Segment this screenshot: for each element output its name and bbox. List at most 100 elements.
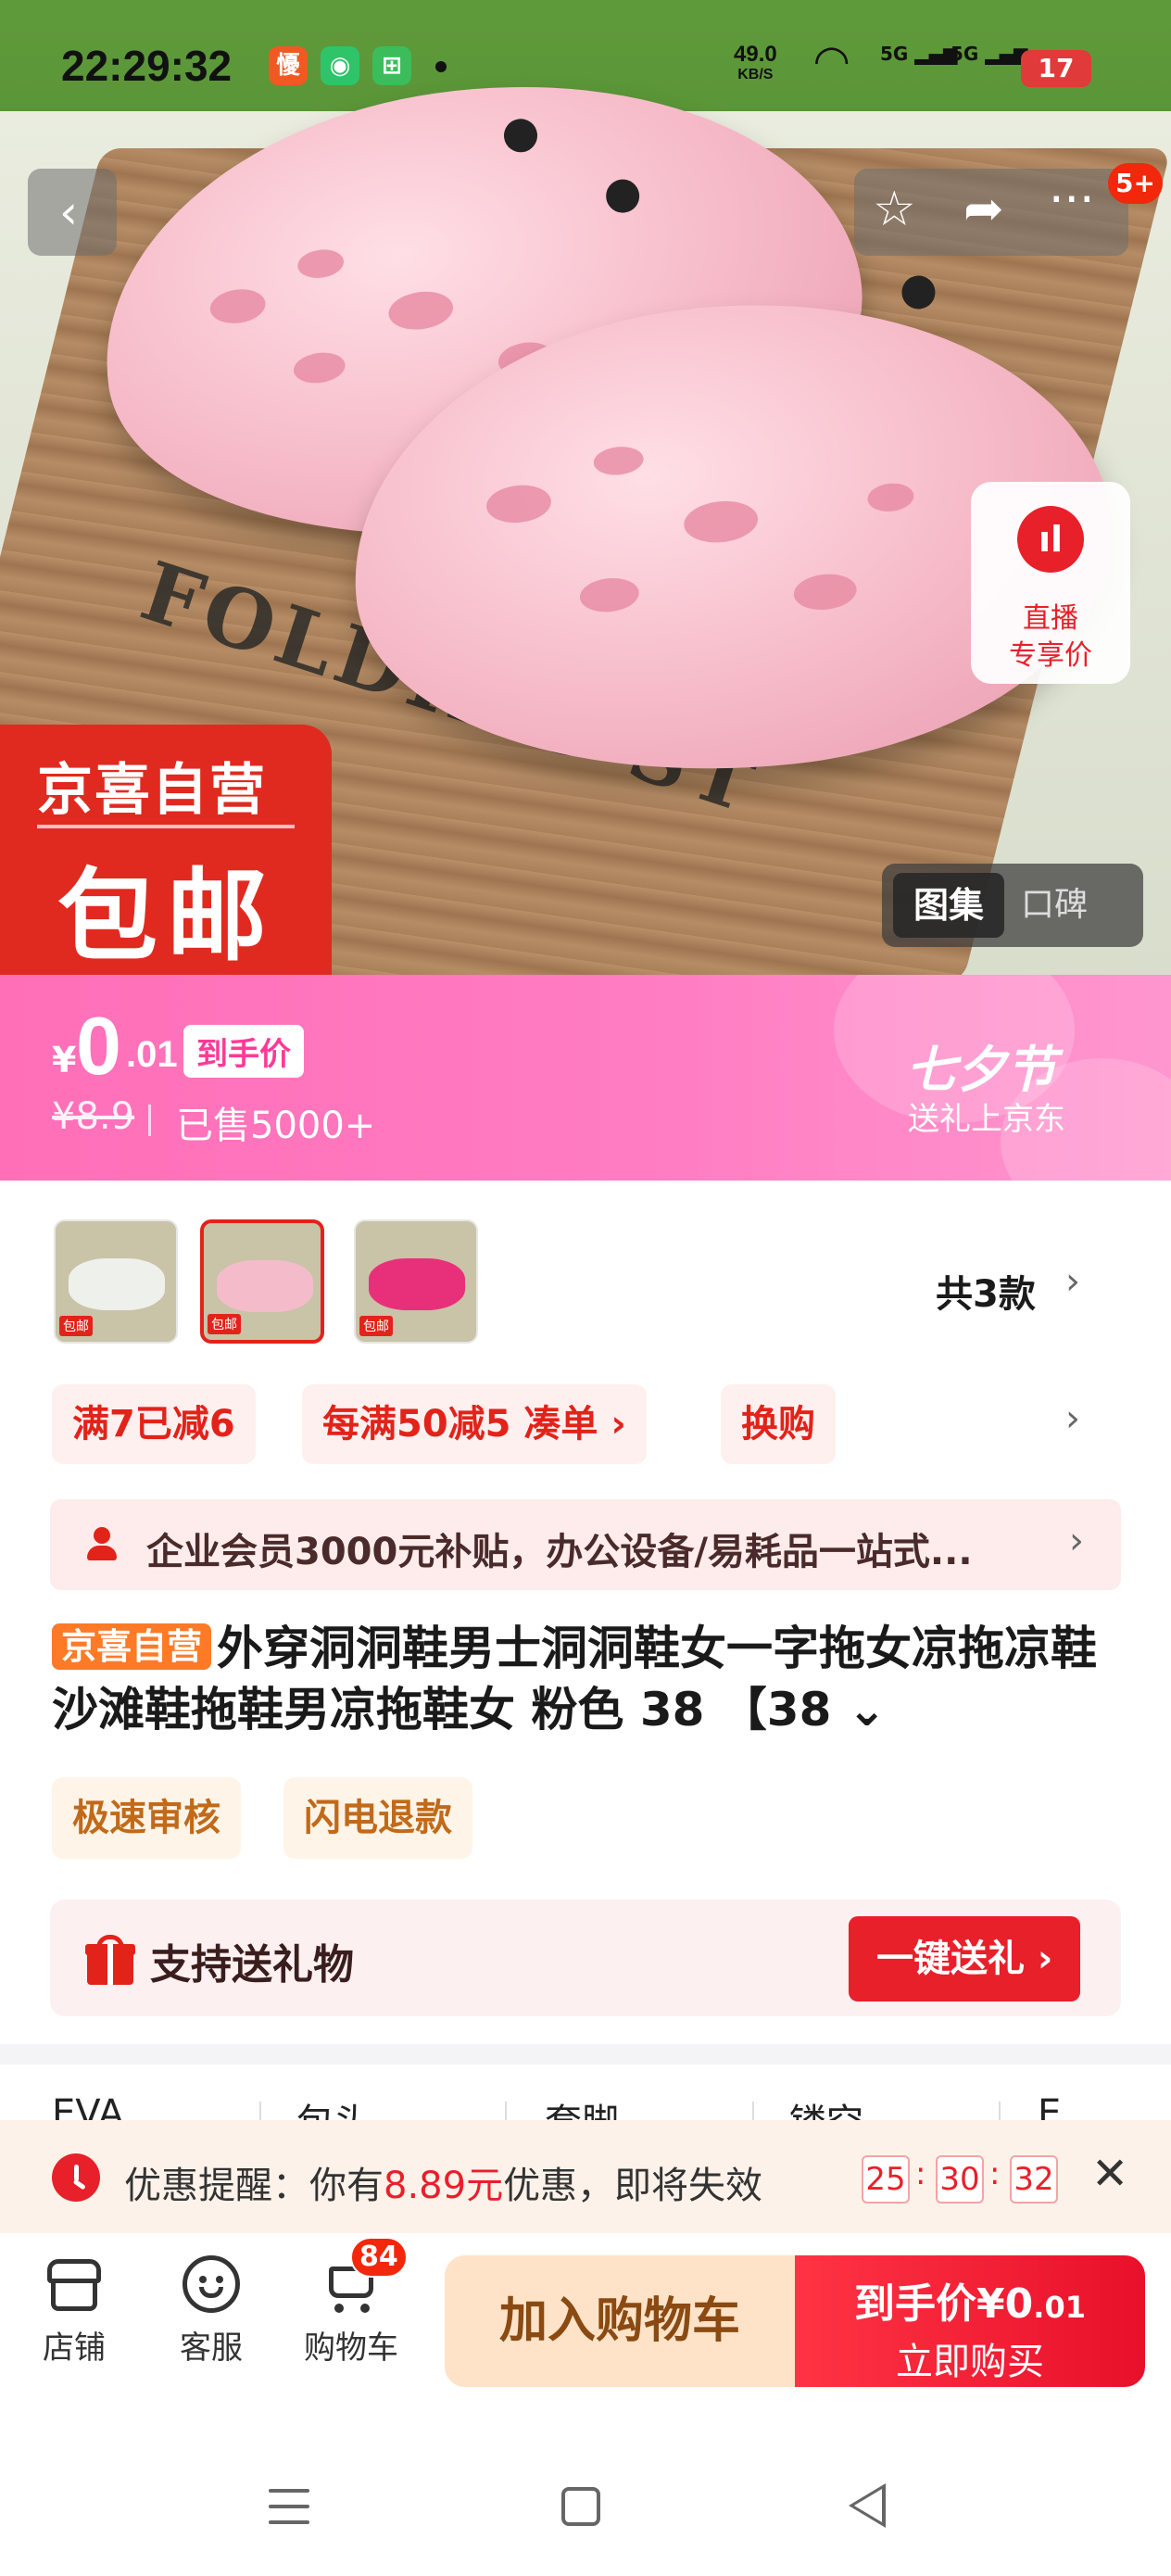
live-label: 直播 <box>1023 602 1078 635</box>
battery-icon: 17 <box>1021 50 1091 87</box>
buy-price-label: 到手价 <box>854 2280 977 2328</box>
promo-chip-per-50[interactable]: 每满50减5 凑单 › <box>302 1384 647 1464</box>
cart-count-badge: 84 <box>350 2237 408 2278</box>
add-to-cart-button[interactable]: 加入购物车 <box>445 2255 795 2387</box>
customer-service-button[interactable]: 客服 <box>165 2254 258 2368</box>
tab-reviews[interactable]: 口碑 <box>1021 873 1088 938</box>
home-icon[interactable] <box>561 2487 600 2526</box>
buy-price-currency: ¥ <box>976 2280 1005 2328</box>
tab-gallery[interactable]: 图集 <box>893 873 1004 938</box>
spec-toe: 包头 <box>296 2092 371 2120</box>
member-banner-text: 企业会员3000元补贴，办公设备/易耗品一站式... <box>146 1531 973 1573</box>
clock-icon <box>52 2153 100 2202</box>
status-bar: 22:29:32 懮 ◉ ⊞ 49.0 KB/S ◠ 5G ▂▄▆ 5G ▂▄▆… <box>0 0 1171 139</box>
price-currency: ¥ <box>52 1040 77 1080</box>
chevron-right-icon: › <box>1065 1260 1080 1303</box>
buy-price-dec: .01 <box>1033 2290 1086 2325</box>
exclusive-price-label: 专享价 <box>1009 639 1092 672</box>
back-button[interactable]: ‹ <box>28 169 117 256</box>
promo-chip-exchange[interactable]: 换购 <box>721 1384 836 1464</box>
bottom-action-bar: 店铺 客服 购物车 84 加入购物车 到手价¥0.01 立即购买 <box>0 2233 1171 2411</box>
variant-thumb-white[interactable]: 包邮 <box>54 1219 178 1344</box>
buy-price-int: 0 <box>1004 2280 1034 2328</box>
send-gift-button[interactable]: 一键送礼 › <box>849 1916 1081 2001</box>
gift-support-text: 支持送礼物 <box>150 1941 354 1989</box>
customer-service-icon <box>181 2254 242 2315</box>
spec-style: 镂空 <box>789 2092 863 2120</box>
countdown-minutes: 30 <box>936 2155 984 2203</box>
price-banner: ¥ 0 .01 到手价 ¥8.9 已售5000+ 七夕节 送礼上京东 <box>0 975 1171 1181</box>
message-badge: 5+ <box>1108 163 1163 204</box>
variant-label: 包邮 <box>208 1314 241 1334</box>
product-hero-image[interactable]: FOLDING ST 22:29:32 懮 ◉ ⊞ 49.0 KB/S ◠ 5G… <box>0 0 1171 975</box>
system-back-icon[interactable] <box>849 2483 886 2528</box>
chevron-right-icon: › <box>1065 1397 1080 1440</box>
spec-tags-row: EVA 包头 套脚 镂空 E <box>0 2065 1171 2120</box>
spec-divider <box>752 2102 754 2120</box>
store-button[interactable]: 店铺 <box>28 2254 120 2368</box>
more-notifications-dot <box>435 61 447 72</box>
chevron-right-icon: › <box>1069 1520 1084 1562</box>
variant-thumb-rose[interactable]: 包邮 <box>354 1219 478 1344</box>
variant-shoe-image <box>369 1258 465 1310</box>
signal1-label: 5G <box>880 43 909 65</box>
gallery-switcher: 图集 口碑 <box>882 864 1143 947</box>
signal2-label: 5G <box>951 43 979 65</box>
sold-count: 已售5000+ <box>176 1105 376 1147</box>
top-actions-bar: ☆ ➦ ··· <box>854 169 1128 256</box>
reminder-suffix: 优惠，即将失效 <box>503 2165 763 2207</box>
chat-notification-icon: ◉ <box>321 46 359 85</box>
clock: 22:29:32 <box>61 42 233 90</box>
original-price: ¥8.9 <box>52 1095 135 1138</box>
recent-apps-icon[interactable] <box>269 2489 309 2536</box>
variant-thumb-pink[interactable]: 包邮 <box>200 1219 324 1344</box>
section-divider <box>0 2044 1171 2065</box>
buy-now-label: 立即购买 <box>896 2341 1044 2383</box>
final-price-tag: 到手价 <box>183 1025 304 1078</box>
self-operated-badge: 京喜自营 <box>52 1623 212 1670</box>
gift-support-banner: 支持送礼物 一键送礼 › <box>50 1900 1121 2016</box>
festival-subtitle: 送礼上京东 <box>908 1101 1065 1138</box>
festival-title: 七夕节 <box>906 1040 1056 1099</box>
chevron-left-icon: ‹ <box>59 185 78 239</box>
close-icon[interactable]: ✕ <box>1091 2148 1128 2200</box>
spec-divider <box>505 2102 507 2120</box>
promotion-row[interactable]: 满7已减6 每满50减5 凑单 › 换购 › <box>0 1377 1171 1466</box>
price-integer: 0 <box>76 1000 121 1092</box>
tag-divider <box>37 825 295 828</box>
countdown-seconds: 32 <box>1010 2155 1058 2203</box>
store-label: 店铺 <box>43 2330 106 2367</box>
reminder-amount: 8.89元 <box>384 2165 504 2207</box>
spec-fit: 套脚 <box>545 2092 619 2120</box>
price-separator <box>148 1105 151 1136</box>
service-tag-fast-review: 极速审核 <box>52 1777 241 1859</box>
mini-app-notification-icon: ⊞ <box>372 46 411 85</box>
wifi-icon: ◠ <box>815 35 849 85</box>
cart-label: 购物车 <box>304 2330 398 2367</box>
variant-shoe-image <box>217 1260 313 1312</box>
variant-label: 包邮 <box>359 1316 393 1336</box>
store-icon <box>44 2254 105 2315</box>
promo-chip-discount[interactable]: 满7已减6 <box>52 1384 256 1464</box>
free-shipping-label: 包邮 <box>57 859 277 975</box>
spec-divider <box>999 2102 1001 2120</box>
variant-count: 共3款 <box>936 1273 1036 1316</box>
self-operated-free-shipping-tag: 京喜自营 包邮 <box>0 725 332 975</box>
countdown-hours: 25 <box>862 2155 910 2203</box>
more-icon[interactable]: ··· <box>1049 172 1095 228</box>
enterprise-member-banner[interactable]: 企业会员3000元补贴，办公设备/易耗品一站式... › <box>50 1499 1121 1590</box>
speed-unit: KB/S <box>737 67 774 82</box>
self-operated-label: 京喜自营 <box>37 758 267 823</box>
live-chart-icon: ıl <box>1017 506 1084 573</box>
discount-reminder-bar[interactable]: 优惠提醒：你有8.89元优惠，即将失效 25 : 30 : 32 ✕ <box>0 2120 1171 2233</box>
live-exclusive-price-button[interactable]: ıl 直播 专享价 <box>971 482 1130 684</box>
service-tag-flash-refund: 闪电退款 <box>283 1777 472 1859</box>
buy-now-price: 到手价¥0.01 <box>795 2270 1145 2330</box>
buy-now-button[interactable]: 到手价¥0.01 立即购买 <box>795 2255 1145 2387</box>
product-title[interactable]: 京喜自营 外穿洞洞鞋男士洞洞鞋女一字拖女凉拖凉鞋沙滩鞋拖鞋男凉拖鞋女 粉色 38 … <box>52 1618 1127 1740</box>
favorite-star-icon[interactable]: ☆ <box>873 182 916 237</box>
customer-service-label: 客服 <box>180 2330 243 2367</box>
share-icon[interactable]: ➦ <box>963 182 1004 237</box>
price-decimal: .01 <box>126 1034 178 1075</box>
variant-selector[interactable]: 包邮 包邮 包邮 共3款 › <box>0 1181 1171 1351</box>
